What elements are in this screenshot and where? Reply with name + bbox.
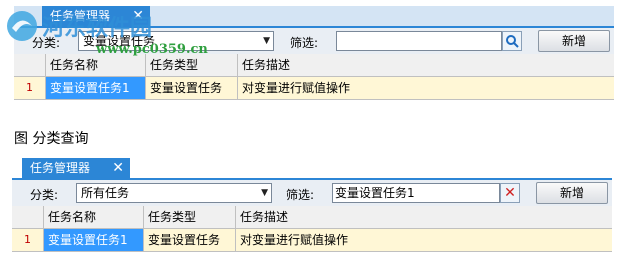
category-value: 所有任务 (81, 186, 130, 200)
cell-task-name[interactable]: 变量设置任务1 (46, 77, 146, 99)
add-button[interactable]: 新增 (536, 182, 608, 204)
clear-icon: ✕ (504, 185, 516, 201)
search-input[interactable] (336, 31, 502, 51)
category-label: 分类: (30, 188, 59, 202)
column-header-type[interactable]: 任务类型 (146, 54, 238, 76)
watermark-url: www.pc0359.cn (96, 42, 208, 57)
table-row[interactable]: 1 变量设置任务1 变量设置任务 对变量进行赋值操作 (14, 77, 614, 100)
column-header-name[interactable]: 任务名称 (46, 54, 146, 76)
add-button[interactable]: 新增 (538, 30, 610, 52)
row-number: 1 (12, 229, 44, 251)
cell-task-name[interactable]: 变量设置任务1 (44, 229, 144, 251)
chevron-down-icon: ▼ (263, 36, 270, 46)
clear-search-button[interactable]: ✕ (500, 183, 520, 203)
row-number-header (14, 54, 46, 76)
column-header-type[interactable]: 任务类型 (144, 206, 236, 228)
search-icon (506, 35, 519, 48)
cell-task-desc[interactable]: 对变量进行赋值操作 (236, 229, 612, 251)
search-button[interactable] (502, 31, 522, 51)
figure-caption: 图 分类查询 (14, 131, 89, 147)
search-value: 变量设置任务1 (335, 186, 415, 200)
column-header-name[interactable]: 任务名称 (44, 206, 144, 228)
tab-label: 任务管理器 (30, 161, 91, 175)
cell-task-type[interactable]: 变量设置任务 (146, 77, 238, 99)
chevron-down-icon: ▼ (261, 188, 268, 198)
row-number: 1 (14, 77, 46, 99)
cell-task-type[interactable]: 变量设置任务 (144, 229, 236, 251)
table-row[interactable]: 1 变量设置任务1 变量设置任务 对变量进行赋值操作 (12, 229, 612, 252)
tab-task-manager[interactable]: 任务管理器 ✕ (22, 158, 130, 178)
cell-task-desc[interactable]: 对变量进行赋值操作 (238, 77, 614, 99)
close-icon[interactable]: ✕ (112, 158, 124, 178)
task-manager-panel-bottom: 任务管理器 ✕ 分类: 所有任务 ▼ 筛选: 变量设置任务1 ✕ 新增 任务名称… (12, 158, 612, 268)
logo-icon (7, 11, 37, 41)
table-header: 任务名称 任务类型 任务描述 (12, 206, 612, 229)
watermark-title: 河东软件园 (42, 15, 153, 41)
search-input[interactable]: 变量设置任务1 (332, 183, 500, 203)
table-header: 任务名称 任务类型 任务描述 (14, 54, 614, 77)
column-header-desc[interactable]: 任务描述 (236, 206, 612, 228)
watermark-logo (4, 8, 40, 44)
filter-label: 筛选: (286, 188, 315, 202)
filter-toolbar: 分类: 所有任务 ▼ 筛选: 变量设置任务1 ✕ 新增 (12, 180, 612, 207)
category-select[interactable]: 所有任务 ▼ (76, 183, 272, 203)
filter-label: 筛选: (290, 36, 319, 50)
column-header-desc[interactable]: 任务描述 (238, 54, 614, 76)
row-number-header (12, 206, 44, 228)
